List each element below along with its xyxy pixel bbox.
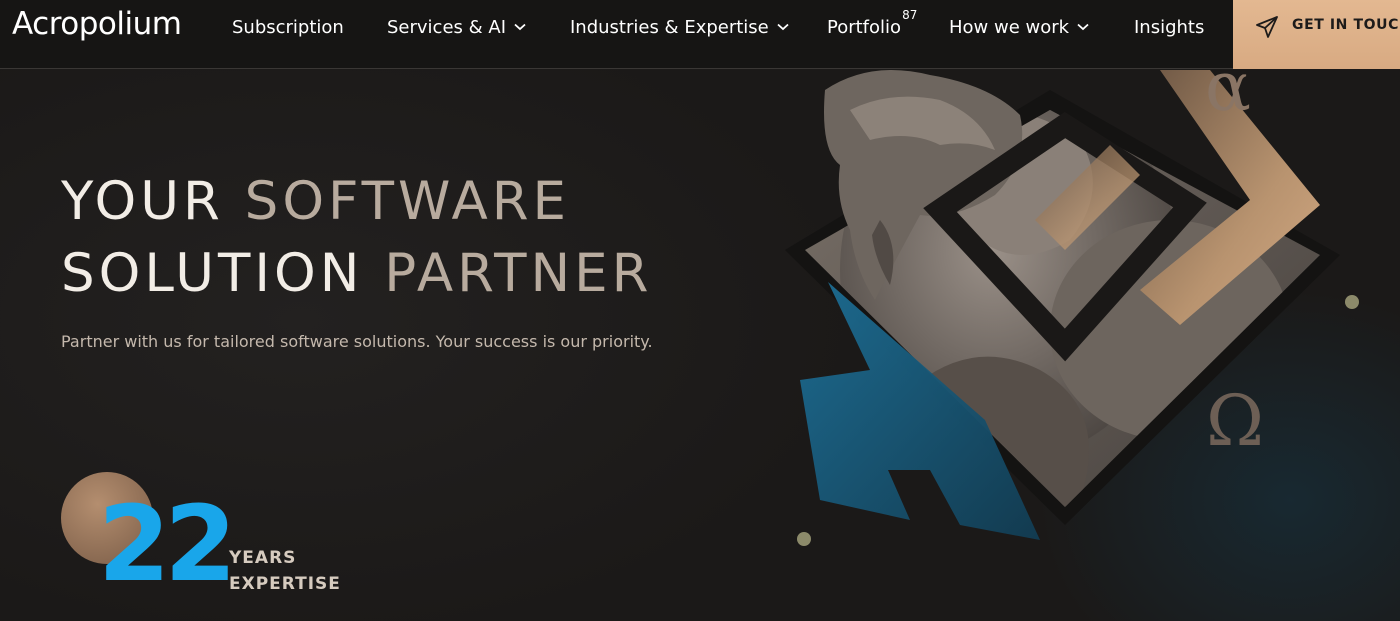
get-in-touch-button[interactable]: GET IN TOUCH (1233, 0, 1400, 69)
chevron-down-icon (777, 23, 789, 31)
years-expertise-number: 22 (98, 483, 237, 605)
nav-item-how-we-work[interactable]: How we work (949, 15, 1089, 39)
headline-word: SOFTWARE (244, 171, 571, 232)
get-in-touch-label: GET IN TOUCH (1292, 17, 1400, 33)
omega-glyph: Ω (1206, 380, 1264, 462)
nav-item-label: Portfolio (827, 16, 902, 38)
nav-item-insights[interactable]: Insights (1134, 15, 1204, 39)
headline-word: SOLUTION (61, 243, 364, 304)
headline-word: YOUR (61, 171, 224, 232)
portfolio-count-badge: 87 (902, 8, 918, 22)
years-label-line: EXPERTISE (229, 574, 341, 594)
nav-item-industries-expertise[interactable]: Industries & Expertise (570, 15, 789, 39)
alpha-glyph: α (1205, 70, 1251, 127)
decorative-dot (797, 532, 811, 546)
hero-statue-illustration: α Ω (785, 70, 1359, 546)
hero-subtitle: Partner with us for tailored software so… (61, 332, 653, 351)
nav-item-services-ai[interactable]: Services & AI (387, 15, 526, 39)
nav-item-label: How we work (949, 16, 1070, 38)
paper-plane-icon (1255, 15, 1279, 44)
nav-item-label: Services & AI (387, 16, 507, 38)
years-expertise-label: YEARS EXPERTISE (229, 545, 341, 597)
headline-word: PARTNER (384, 243, 653, 304)
nav-item-subscription[interactable]: Subscription (232, 15, 344, 39)
years-label-line: YEARS (229, 548, 297, 568)
nav-item-label: Subscription (232, 16, 344, 38)
hero-headline: YOUR SOFTWARE SOLUTION PARTNER (61, 166, 652, 310)
nav-item-label: Insights (1134, 16, 1205, 38)
nav-item-label: Industries & Expertise (570, 16, 769, 38)
nav-item-portfolio[interactable]: Portfolio 87 (827, 8, 917, 39)
chevron-down-icon (514, 23, 526, 31)
site-logo[interactable]: Acropolium (12, 6, 182, 42)
decorative-dot (1345, 295, 1359, 309)
site-header: Acropolium Subscription Services & AI In… (0, 0, 1400, 69)
chevron-down-icon (1077, 23, 1089, 31)
